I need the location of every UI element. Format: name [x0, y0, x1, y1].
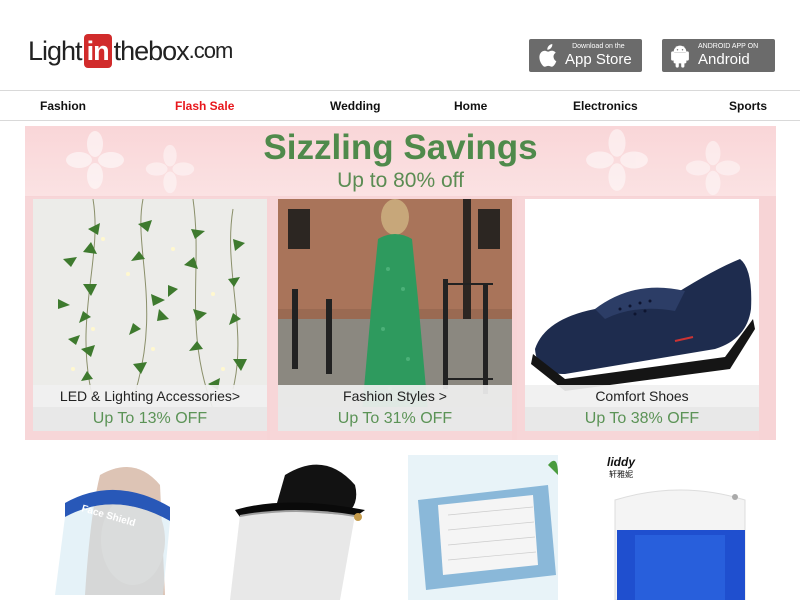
- fashion-dress-image: [278, 199, 512, 411]
- nav-flash-sale[interactable]: Flash Sale: [175, 99, 234, 113]
- product-cap-shield[interactable]: [225, 455, 375, 600]
- sterilizer-image: [614, 489, 746, 600]
- product-face-mask[interactable]: [408, 455, 558, 600]
- app-store-button[interactable]: Download on the App Store: [529, 39, 642, 72]
- cap-shield-image: [230, 464, 365, 600]
- banner-header: Sizzling Savings Up to 80% off: [25, 126, 776, 196]
- nav-electronics[interactable]: Electronics: [573, 99, 638, 113]
- logo-thebox: thebox: [113, 35, 190, 66]
- led-vine-image: [33, 199, 267, 411]
- nav-home[interactable]: Home: [454, 99, 487, 113]
- card-discount: Up To 38% OFF: [525, 407, 759, 431]
- site-logo[interactable]: Light in thebox .com: [28, 33, 234, 69]
- app-store-small: Download on the: [572, 43, 625, 50]
- banner-title: Sizzling Savings: [263, 128, 538, 167]
- card-label: Comfort Shoes: [525, 385, 759, 407]
- android-small: ANDROID APP ON: [698, 43, 759, 50]
- promo-card-fashion[interactable]: Fashion Styles > Up To 31% OFF: [270, 197, 512, 440]
- android-icon: [670, 44, 690, 68]
- android-big: Android: [698, 51, 750, 68]
- product-face-shield[interactable]: Face Shield: [45, 455, 175, 600]
- nav-fashion[interactable]: Fashion: [40, 99, 86, 113]
- face-mask-image: [408, 455, 558, 600]
- banner-subtitle: Up to 80% off: [337, 169, 464, 192]
- logo-in-box: in: [83, 34, 112, 68]
- liddy-brand: liddy: [607, 455, 636, 469]
- card-label: Fashion Styles >: [278, 385, 512, 407]
- app-store-big: App Store: [565, 51, 632, 68]
- card-label: LED & Lighting Accessories>: [33, 385, 267, 407]
- logo-dotcom: .com: [188, 38, 234, 63]
- category-nav: Fashion Flash Sale Wedding Home Electron…: [0, 90, 800, 121]
- header: Light in thebox .com Download on the App…: [0, 0, 800, 90]
- nav-wedding[interactable]: Wedding: [330, 99, 380, 113]
- card-discount: Up To 31% OFF: [278, 407, 512, 431]
- apple-icon: [537, 43, 557, 68]
- nav-sports[interactable]: Sports: [729, 99, 767, 113]
- product-liddy-device[interactable]: liddy 轩雅妮: [605, 455, 755, 600]
- android-app-button[interactable]: ANDROID APP ON Android: [662, 39, 775, 72]
- face-shield-image: Face Shield: [55, 467, 170, 595]
- promo-card-shoes[interactable]: Comfort Shoes Up To 38% OFF: [517, 197, 759, 440]
- app-store-text: Download on the App Store: [565, 43, 632, 68]
- card-discount: Up To 13% OFF: [33, 407, 267, 431]
- logo-light: Light: [28, 35, 83, 66]
- promo-card-led[interactable]: LED & Lighting Accessories> Up To 13% OF…: [25, 197, 267, 440]
- shoe-image: [525, 199, 759, 411]
- android-text: ANDROID APP ON Android: [698, 43, 758, 68]
